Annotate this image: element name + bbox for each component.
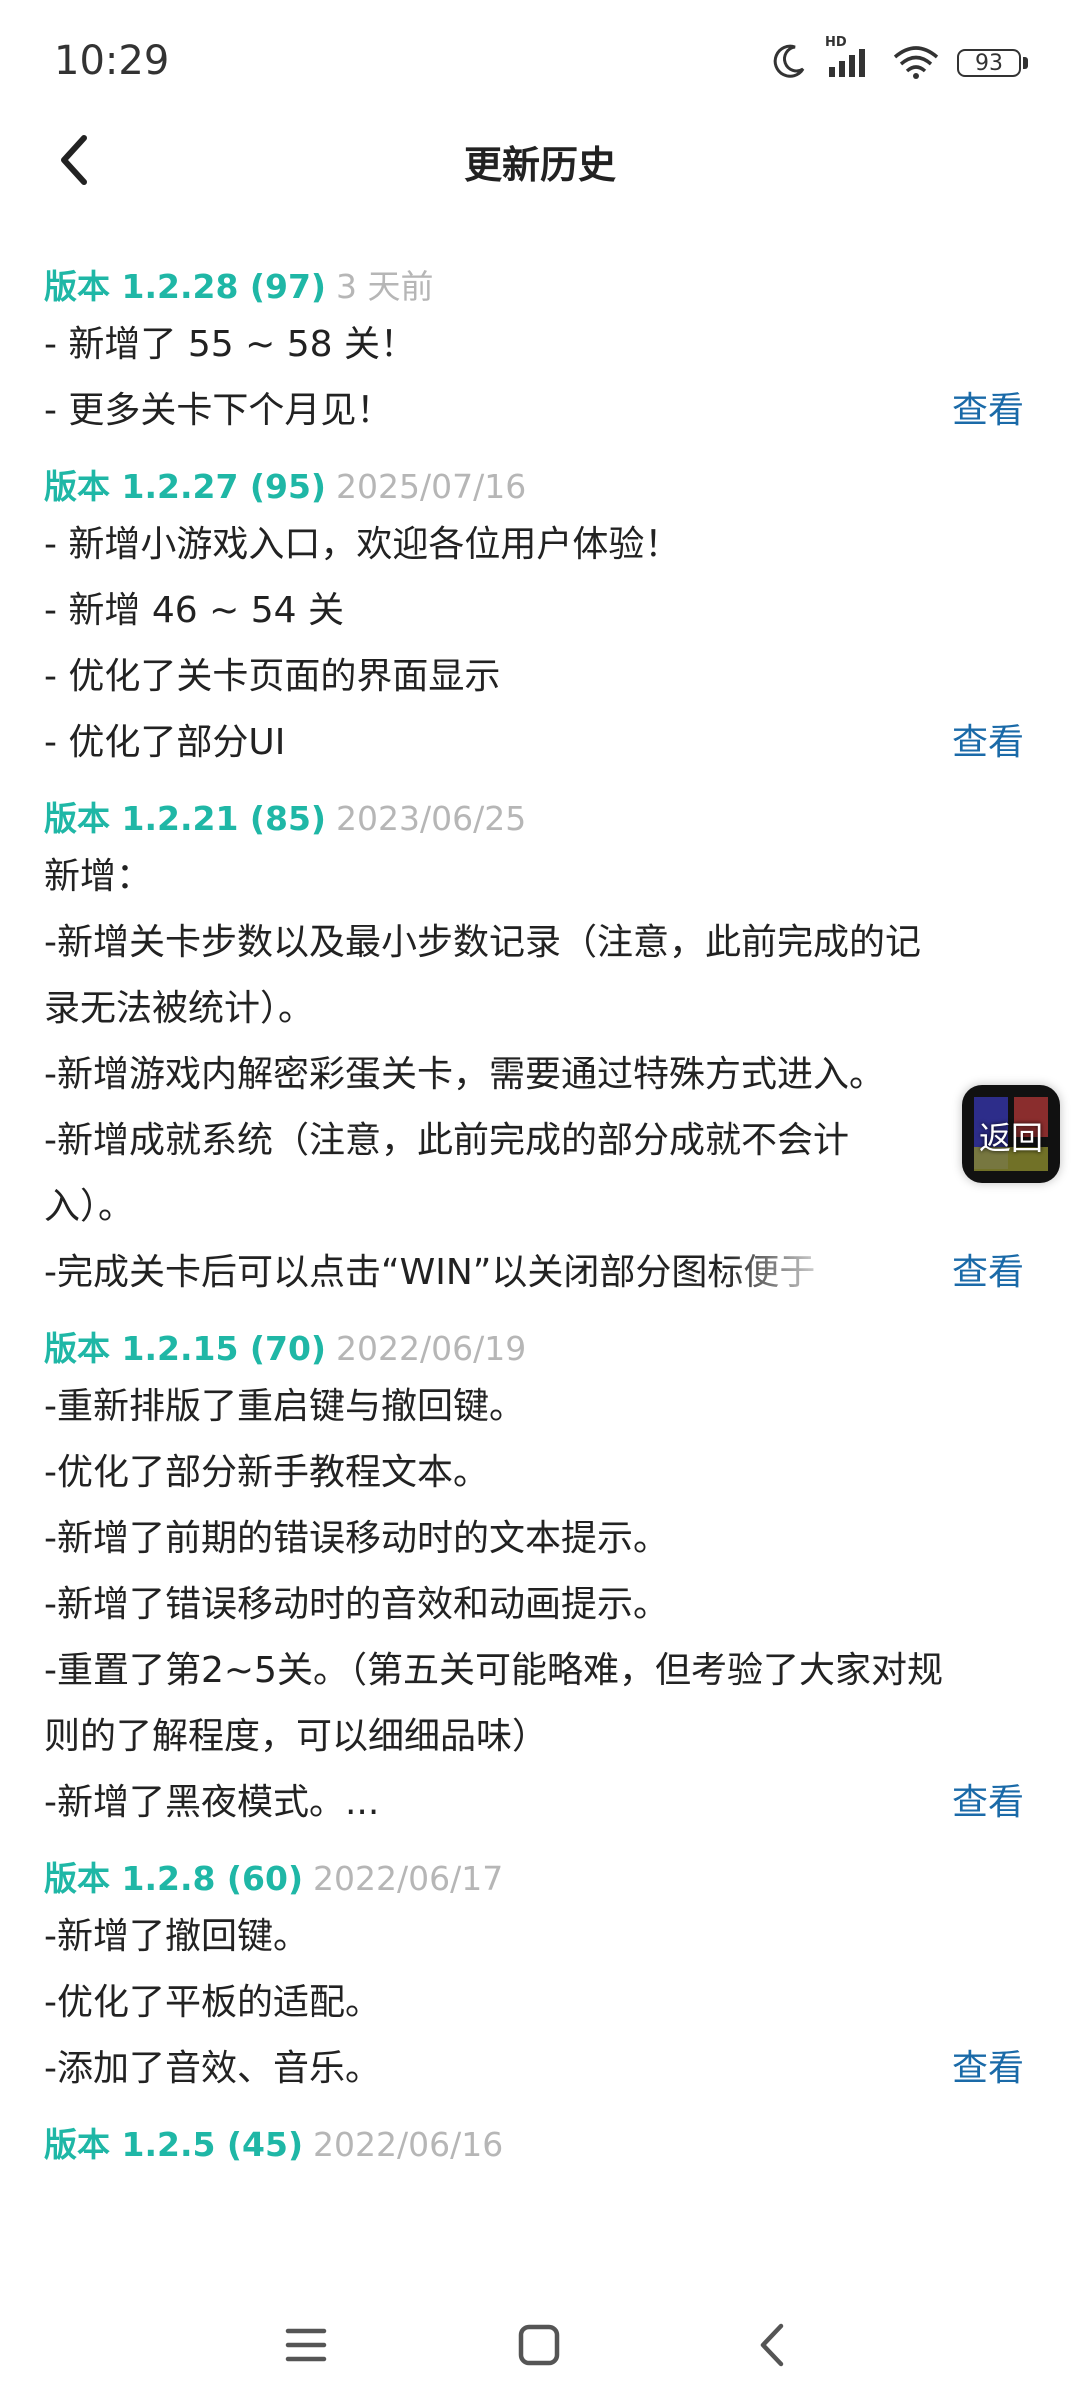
moon-icon <box>769 41 809 85</box>
view-button[interactable]: 查看 <box>952 1240 1024 1306</box>
version-entry: 版本 1.2.28 (97) 3 天前 - 新增了 55 ~ 58 关！ - 更多… <box>44 262 1024 444</box>
wifi-icon <box>891 41 941 85</box>
status-icons: HD 93 <box>769 35 1028 86</box>
changelog-line: -新增了前期的错误移动时的文本提示。 <box>44 1518 669 1559</box>
view-button[interactable]: 查看 <box>952 1770 1024 1836</box>
version-date: 2022/06/16 <box>313 2125 504 2164</box>
square-home-icon <box>518 2324 560 2366</box>
network-badge: HD <box>825 35 847 50</box>
view-button[interactable]: 查看 <box>952 378 1024 444</box>
changelog-line: 录无法被统计）。 <box>44 988 315 1029</box>
changelog-line: -新增了撤回键。 <box>44 1916 309 1957</box>
nav-back-button[interactable] <box>738 2310 808 2380</box>
version-label: 版本 1.2.15 (70) <box>44 1329 326 1368</box>
version-entry: 版本 1.2.21 (85) 2023/06/25 新增： -新增关卡步数以及最小… <box>44 794 1024 1306</box>
changelog-line: -重新排版了重启键与撤回键。 <box>44 1386 525 1427</box>
menu-button[interactable] <box>271 2310 341 2380</box>
back-arrow-icon <box>760 2323 784 2367</box>
status-bar: 10:29 HD 93 <box>0 0 1080 120</box>
app-header: 更新历史 <box>0 120 1080 200</box>
changelog-line: -添加了音效、音乐。 <box>44 2048 381 2089</box>
home-button[interactable] <box>504 2310 574 2380</box>
battery-icon: 93 <box>957 49 1028 77</box>
changelog-line: -完成关卡后可以点击“WIN”以关闭部分图标便于 <box>44 1252 816 1293</box>
changelog-line: -新增游戏内解密彩蛋关卡，需要通过特殊方式进入。 <box>44 1054 885 1095</box>
version-label: 版本 1.2.8 (60) <box>44 1859 304 1898</box>
floating-return-button[interactable]: 返回 <box>962 1085 1060 1183</box>
changelog-line: -优化了平板的适配。 <box>44 1982 381 2023</box>
version-date: 2022/06/17 <box>313 1859 504 1898</box>
version-entry: 版本 1.2.5 (45) 2022/06/16 <box>44 2120 1024 2170</box>
version-entry: 版本 1.2.8 (60) 2022/06/17 -新增了撤回键。 -优化了平板的… <box>44 1854 1024 2102</box>
changelog-line: - 新增小游戏入口，欢迎各位用户体验！ <box>44 524 681 565</box>
view-button[interactable]: 查看 <box>952 710 1024 776</box>
changelog-line: -优化了部分新手教程文本。 <box>44 1452 489 1493</box>
version-entry: 版本 1.2.15 (70) 2022/06/19 -重新排版了重启键与撤回键。 … <box>44 1324 1024 1836</box>
version-history-list[interactable]: 版本 1.2.28 (97) 3 天前 - 新增了 55 ~ 58 关！ - 更多… <box>44 262 1024 2188</box>
changelog-line: - 优化了部分UI <box>44 722 286 763</box>
version-date: 2025/07/16 <box>335 467 527 506</box>
version-date: 2022/06/19 <box>335 1329 527 1368</box>
changelog-line: - 更多关卡下个月见！ <box>44 390 393 431</box>
battery-level: 93 <box>957 49 1021 77</box>
version-label: 版本 1.2.27 (95) <box>44 467 326 506</box>
menu-icon <box>285 2328 327 2362</box>
changelog-line: - 新增 46 ~ 54 关 <box>44 590 344 631</box>
page-title: 更新历史 <box>463 143 616 187</box>
floating-return-label: 返回 <box>978 1119 1043 1157</box>
changelog-line: - 优化了关卡页面的界面显示 <box>44 656 501 697</box>
version-label: 版本 1.2.5 (45) <box>44 2125 304 2164</box>
changelog-line: 入）。 <box>44 1186 135 1227</box>
version-label: 版本 1.2.28 (97) <box>44 267 326 306</box>
changelog-line: 新增： <box>44 856 153 897</box>
changelog-line: -新增成就系统（注意，此前完成的部分成就不会计 <box>44 1120 849 1161</box>
version-date: 2023/06/25 <box>335 799 527 838</box>
changelog-line: 则的了解程度，可以细细品味） <box>44 1716 549 1757</box>
changelog-line: -新增了黑夜模式。... <box>44 1782 380 1823</box>
changelog-line: -新增关卡步数以及最小步数记录（注意，此前完成的记 <box>44 922 921 963</box>
version-entry: 版本 1.2.27 (95) 2025/07/16 - 新增小游戏入口，欢迎各位用… <box>44 462 1024 776</box>
view-button[interactable]: 查看 <box>952 2036 1024 2102</box>
status-time: 10:29 <box>54 38 170 84</box>
changelog-line: -重置了第2~5关。（第五关可能略难，但考验了大家对规 <box>44 1650 943 1691</box>
signal-icon: HD <box>825 35 875 85</box>
changelog-line: - 新增了 55 ~ 58 关！ <box>44 324 416 365</box>
version-label: 版本 1.2.21 (85) <box>44 799 326 838</box>
changelog-line: -新增了错误移动时的音效和动画提示。 <box>44 1584 669 1625</box>
system-nav-bar <box>0 2290 1080 2400</box>
version-date: 3 天前 <box>335 267 434 306</box>
